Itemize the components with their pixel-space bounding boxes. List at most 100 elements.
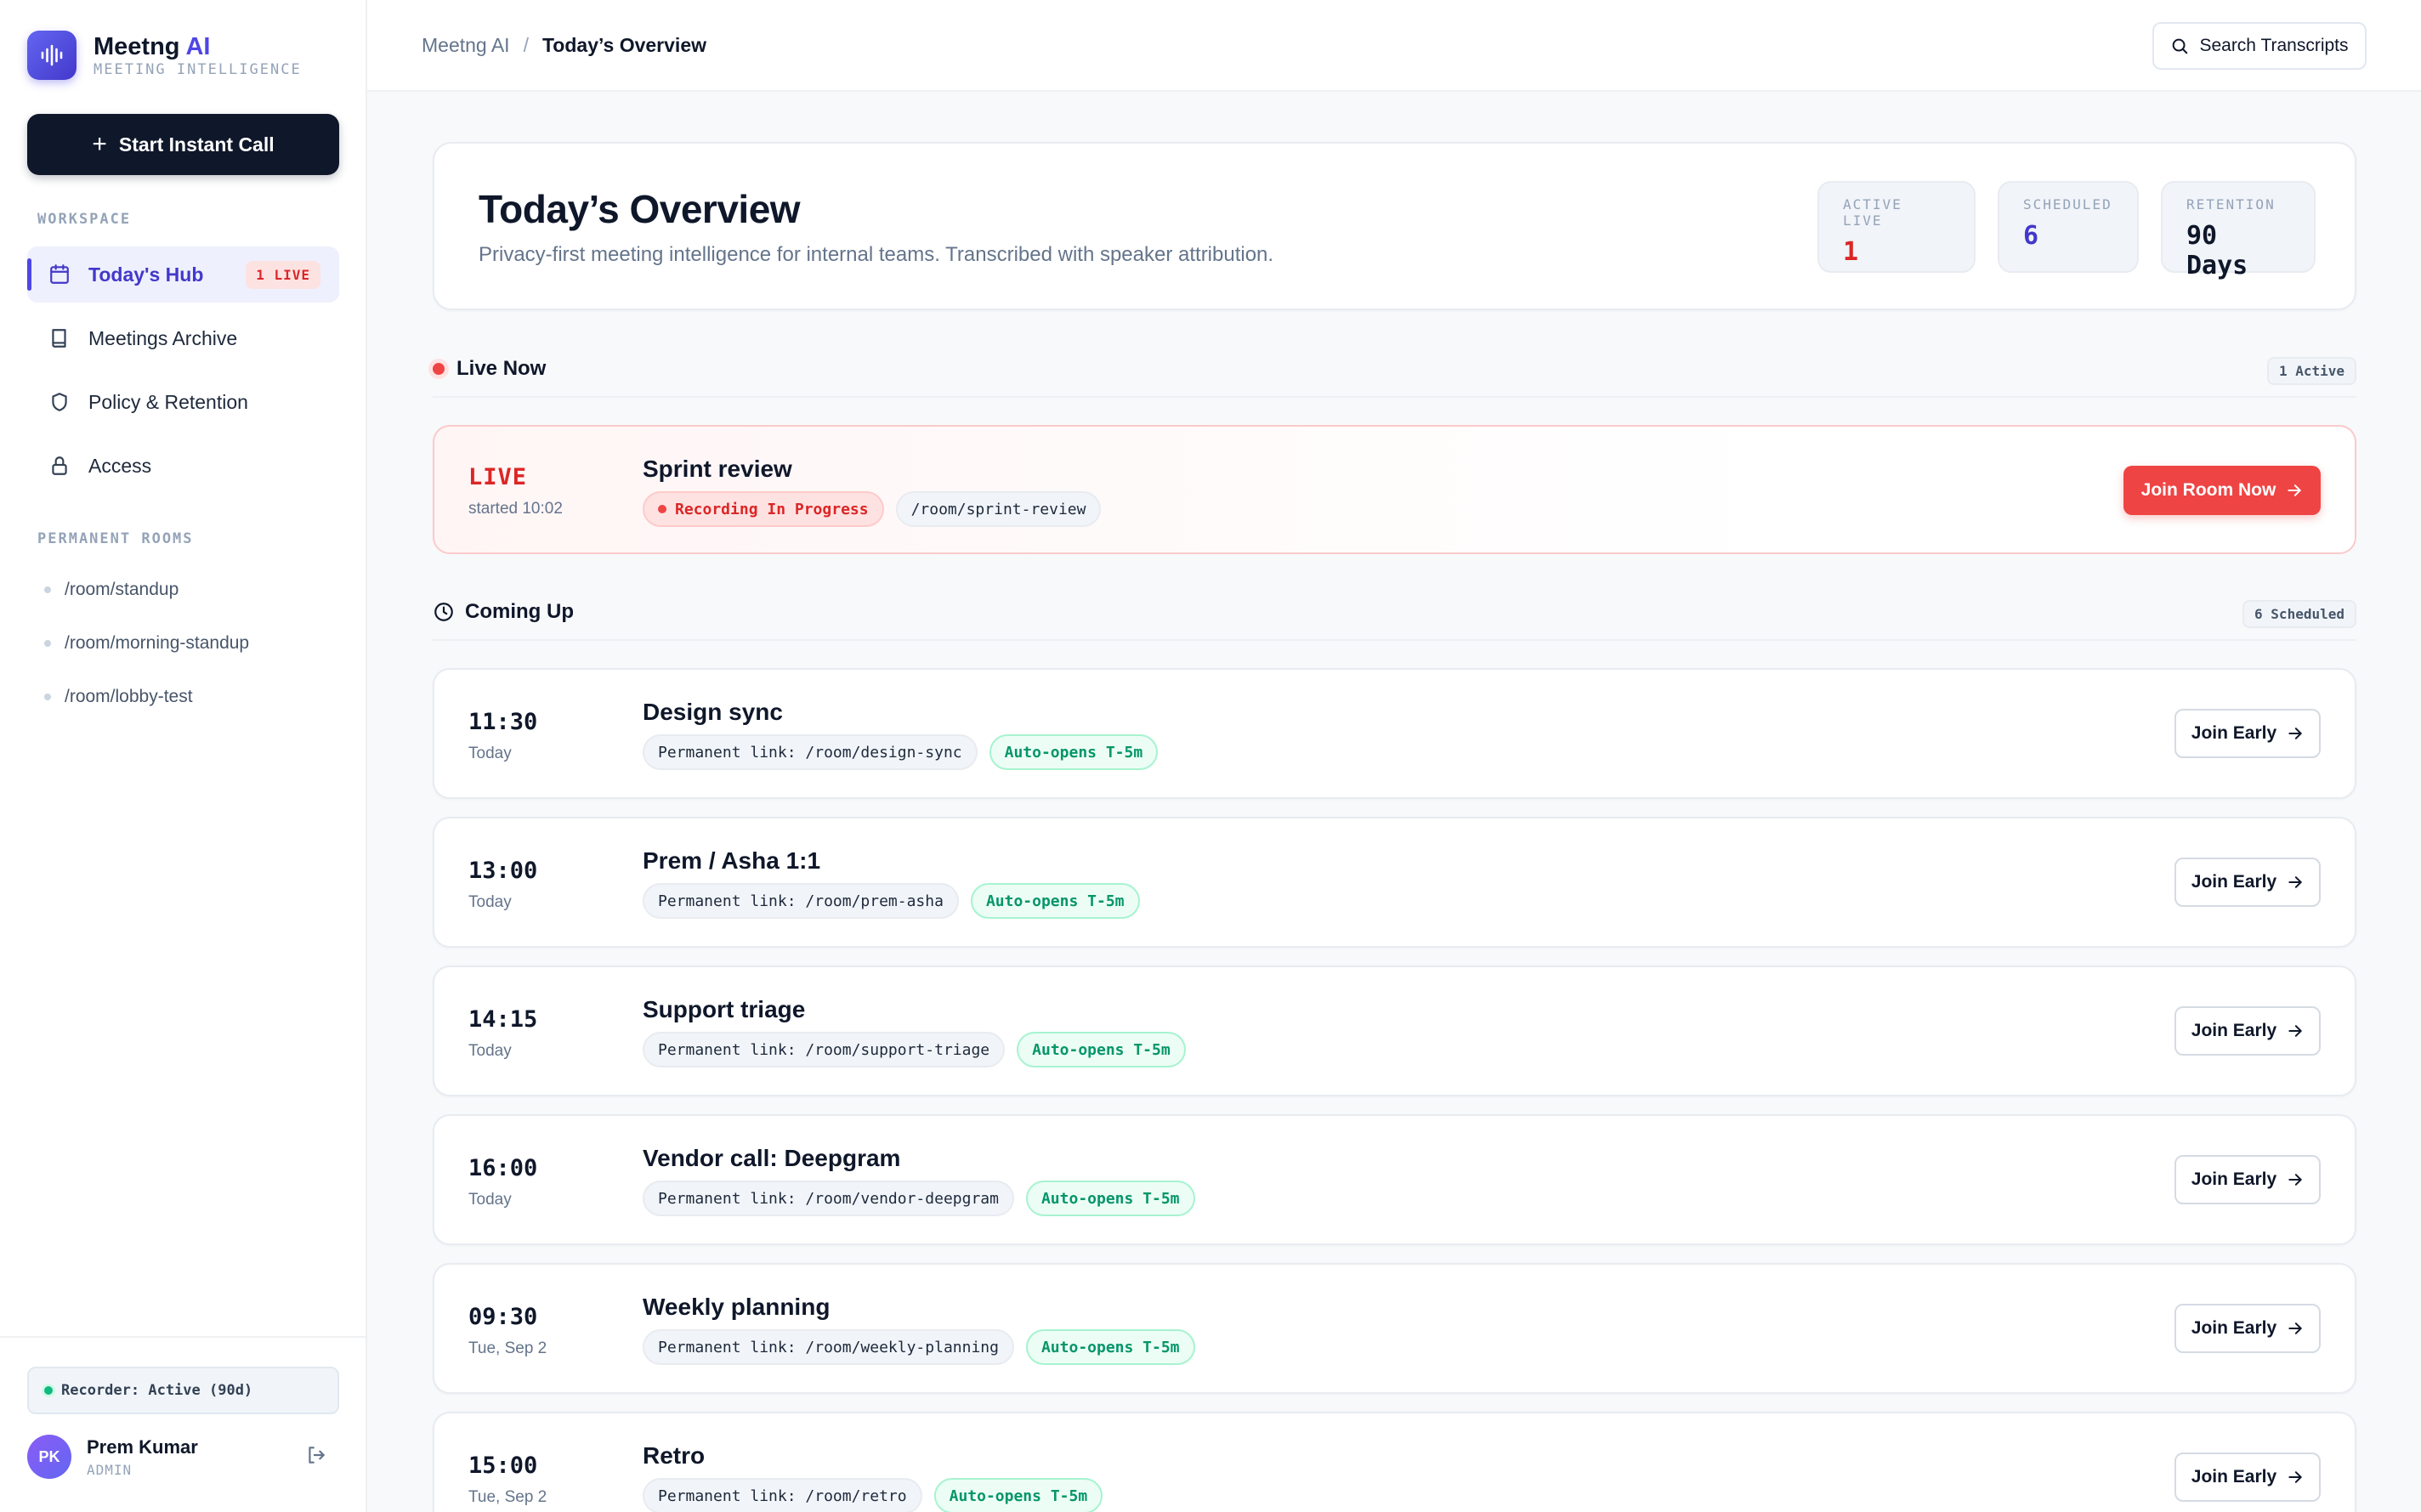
join-early-button[interactable]: Join Early bbox=[2174, 709, 2321, 758]
meeting-day: Tue, Sep 2 bbox=[468, 1339, 547, 1357]
breadcrumb: Meetng AI / Today’s Overview bbox=[422, 34, 706, 57]
arrow-right-icon bbox=[2288, 1025, 2302, 1037]
join-early-button[interactable]: Join Early bbox=[2174, 1006, 2321, 1056]
sidebar-item-label: Access bbox=[88, 454, 152, 477]
room-link-chip[interactable]: /room/sprint-review bbox=[895, 491, 1102, 527]
auto-open-chip: Auto-opens T-5m bbox=[970, 883, 1140, 919]
meeting-title: Design sync bbox=[643, 699, 783, 725]
stat-scheduled: SCHEDULED 6 bbox=[1998, 181, 2139, 273]
sidebar-item-access[interactable]: Access bbox=[27, 438, 339, 494]
permanent-link-chip[interactable]: Permanent link: /room/retro bbox=[643, 1478, 922, 1512]
permanent-link-chip[interactable]: Permanent link: /room/weekly-planning bbox=[643, 1329, 1014, 1365]
logout-icon[interactable] bbox=[305, 1444, 327, 1470]
page-subtitle: Privacy-first meeting intelligence for i… bbox=[479, 243, 1274, 266]
sidebar-item-todays-hub[interactable]: Today's Hub 1 LIVE bbox=[27, 246, 339, 303]
sidebar-item-meetings-archive[interactable]: Meetings Archive bbox=[27, 310, 339, 366]
book-icon bbox=[48, 326, 71, 350]
user-name: Prem Kumar bbox=[87, 1436, 198, 1458]
recording-status-chip: Recording In Progress bbox=[643, 491, 884, 527]
page-title: Today’s Overview bbox=[479, 187, 801, 231]
join-early-button[interactable]: Join Early bbox=[2174, 1453, 2321, 1502]
auto-open-chip: Auto-opens T-5m bbox=[1025, 1181, 1195, 1216]
permanent-rooms-label: PERMANENT ROOMS bbox=[37, 530, 194, 547]
arrow-right-icon bbox=[2288, 1471, 2302, 1483]
recorder-status: Recorder: Active (90d) bbox=[27, 1367, 339, 1414]
breadcrumb-root[interactable]: Meetng AI bbox=[422, 34, 510, 57]
meeting-day: Tue, Sep 2 bbox=[468, 1488, 547, 1506]
auto-open-chip: Auto-opens T-5m bbox=[933, 1478, 1103, 1512]
permanent-link-chip[interactable]: Permanent link: /room/vendor-deepgram bbox=[643, 1181, 1014, 1216]
meeting-card[interactable]: 09:30 Tue, Sep 2 Weekly planning Permane… bbox=[433, 1263, 2356, 1394]
brand-subtitle: MEETING INTELLIGENCE bbox=[94, 61, 302, 78]
lock-icon bbox=[48, 454, 71, 478]
meeting-title: Retro bbox=[643, 1442, 706, 1469]
live-now-title: Live Now bbox=[433, 357, 546, 381]
recording-dot-icon bbox=[658, 505, 666, 513]
sidebar-item-policy-retention[interactable]: Policy & Retention bbox=[27, 374, 339, 430]
meeting-title: Prem / Asha 1:1 bbox=[643, 847, 821, 874]
overview-card: Today’s Overview Privacy-first meeting i… bbox=[433, 142, 2356, 310]
meeting-title: Weekly planning bbox=[643, 1294, 831, 1320]
arrow-right-icon bbox=[2288, 1322, 2302, 1334]
live-meeting-card[interactable]: LIVE started 10:02 Sprint review Recordi… bbox=[433, 425, 2356, 554]
meeting-card[interactable]: 14:15 Today Support triage Permanent lin… bbox=[433, 966, 2356, 1096]
sidebar-footer: Recorder: Active (90d) PK Prem Kumar ADM… bbox=[0, 1336, 367, 1512]
search-transcripts-button[interactable]: Search Transcripts bbox=[2152, 22, 2367, 70]
clock-icon bbox=[434, 603, 453, 621]
coming-up-title: Coming Up bbox=[433, 600, 574, 624]
sidebar: Meetng AI MEETING INTELLIGENCE + Start I… bbox=[0, 0, 367, 1512]
start-instant-call-button[interactable]: + Start Instant Call bbox=[27, 114, 339, 175]
meeting-day: Today bbox=[468, 1191, 512, 1209]
stat-active-live: ACTIVE LIVE 1 bbox=[1817, 181, 1976, 273]
auto-open-chip: Auto-opens T-5m bbox=[1025, 1329, 1195, 1365]
meeting-card[interactable]: 15:00 Tue, Sep 2 Retro Permanent link: /… bbox=[433, 1412, 2356, 1512]
workspace-label: WORKSPACE bbox=[37, 211, 132, 228]
user-role: ADMIN bbox=[87, 1461, 133, 1478]
auto-open-chip: Auto-opens T-5m bbox=[1017, 1032, 1186, 1067]
meeting-time: 14:15 bbox=[468, 1006, 538, 1033]
meeting-title: Support triage bbox=[643, 996, 806, 1022]
join-early-button[interactable]: Join Early bbox=[2174, 1155, 2321, 1204]
scheduled-count-badge: 6 Scheduled bbox=[2242, 600, 2356, 628]
join-early-button[interactable]: Join Early bbox=[2174, 858, 2321, 907]
bullet-dot-icon bbox=[44, 694, 51, 700]
permanent-link-chip[interactable]: Permanent link: /room/prem-asha bbox=[643, 883, 959, 919]
meeting-card[interactable]: 16:00 Today Vendor call: Deepgram Perman… bbox=[433, 1114, 2356, 1245]
room-link[interactable]: /room/standup bbox=[44, 580, 179, 600]
meeting-day: Today bbox=[468, 745, 512, 762]
active-count-badge: 1 Active bbox=[2266, 357, 2356, 385]
sidebar-item-label: Meetings Archive bbox=[88, 326, 238, 349]
arrow-right-icon bbox=[2288, 1174, 2302, 1186]
breadcrumb-current: Today’s Overview bbox=[541, 34, 706, 56]
permanent-link-chip[interactable]: Permanent link: /room/support-triage bbox=[643, 1032, 1006, 1067]
permanent-link-chip[interactable]: Permanent link: /room/design-sync bbox=[643, 734, 978, 770]
meeting-time: 09:30 bbox=[468, 1304, 538, 1330]
bullet-dot-icon bbox=[44, 640, 51, 647]
live-count-badge: 1 LIVE bbox=[246, 260, 320, 289]
shield-icon bbox=[48, 390, 71, 414]
room-link[interactable]: /room/morning-standup bbox=[44, 633, 249, 654]
topbar: Meetng AI / Today’s Overview Search Tran… bbox=[367, 0, 2421, 92]
avatar[interactable]: PK bbox=[27, 1435, 71, 1479]
started-time: started 10:02 bbox=[468, 500, 563, 518]
live-now-header: Live Now 1 Active bbox=[433, 347, 2356, 398]
sidebar-item-label: Today's Hub bbox=[88, 263, 204, 286]
meeting-card[interactable]: 11:30 Today Design sync Permanent link: … bbox=[433, 668, 2356, 799]
room-link[interactable]: /room/lobby-test bbox=[44, 687, 193, 707]
bullet-dot-icon bbox=[44, 586, 51, 593]
search-icon bbox=[2173, 38, 2188, 54]
breadcrumb-separator: / bbox=[523, 34, 529, 56]
arrow-right-icon bbox=[2288, 484, 2301, 496]
status-dot-icon bbox=[44, 1386, 53, 1395]
waveform-logo-icon bbox=[27, 31, 77, 80]
join-early-button[interactable]: Join Early bbox=[2174, 1304, 2321, 1353]
meeting-card[interactable]: 13:00 Today Prem / Asha 1:1 Permanent li… bbox=[433, 817, 2356, 948]
meeting-time: 11:30 bbox=[468, 709, 538, 735]
arrow-right-icon bbox=[2288, 876, 2302, 888]
arrow-right-icon bbox=[2288, 728, 2302, 739]
meeting-time: 16:00 bbox=[468, 1155, 538, 1181]
live-tag: LIVE bbox=[468, 464, 528, 490]
join-room-now-button[interactable]: Join Room Now bbox=[2123, 466, 2321, 515]
brand[interactable]: Meetng AI MEETING INTELLIGENCE bbox=[27, 31, 302, 80]
brand-name: Meetng AI bbox=[94, 33, 211, 60]
